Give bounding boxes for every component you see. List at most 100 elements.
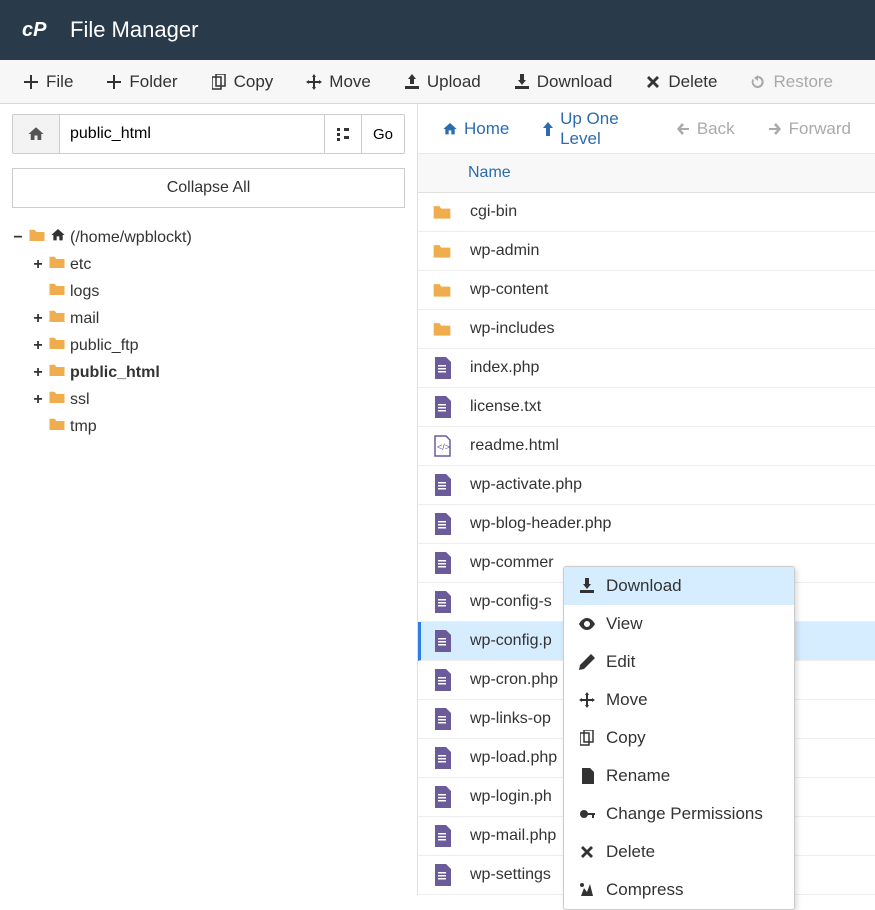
ctx-move[interactable]: Move <box>564 681 794 719</box>
tree-label: etc <box>70 256 91 274</box>
upload-button[interactable]: Upload <box>387 64 497 100</box>
tree-expand-icon[interactable]: + <box>32 337 44 355</box>
file-row[interactable]: wp-blog-header.php <box>418 505 875 544</box>
tree-collapse-icon[interactable]: − <box>12 229 24 247</box>
php-icon <box>432 630 452 652</box>
collapse-all-button[interactable]: Collapse All <box>12 168 405 208</box>
breadcrumb-bar: Home Up One Level Back Forward <box>418 104 875 154</box>
ctx-change-permissions[interactable]: Change Permissions <box>564 795 794 833</box>
ctx-edit[interactable]: Edit <box>564 643 794 681</box>
tree-node-mail[interactable]: +mail <box>32 305 405 332</box>
toolbar: File FolderCopy Move Upload Download Delete Re… <box>0 60 875 104</box>
tree-label: ssl <box>70 391 90 409</box>
tree-expand-icon[interactable]: + <box>32 256 44 274</box>
tree-node-tmp[interactable]: tmp <box>32 413 405 440</box>
ctx-label: Move <box>606 690 648 710</box>
folder-tree: − (/home/wpblockt) +etclogs+mail+public_… <box>0 220 417 444</box>
tree-root[interactable]: − (/home/wpblockt) <box>12 224 405 251</box>
breadcrumb-back[interactable]: Back <box>663 113 747 145</box>
file-name: wp-includes <box>470 320 554 338</box>
arrow-up-icon <box>541 121 554 137</box>
toolbar-label: Download <box>537 72 613 92</box>
ctx-label: Download <box>606 576 682 596</box>
ctx-view[interactable]: View <box>564 605 794 643</box>
toolbar-label: Move <box>329 72 371 92</box>
ctx-label: Rename <box>606 766 670 786</box>
ctx-label: Delete <box>606 842 655 862</box>
file-row[interactable]: wp-includes <box>418 310 875 349</box>
ctx-copy[interactable]: Copy <box>564 719 794 757</box>
file-button[interactable]: File <box>6 64 89 100</box>
folder-icon <box>48 416 66 437</box>
folder-icon <box>48 335 66 356</box>
folder-icon <box>48 254 66 275</box>
toolbar-label: Restore <box>773 72 833 92</box>
copy-icon <box>210 74 228 90</box>
file-row[interactable]: wp-activate.php <box>418 466 875 505</box>
tree-node-ssl[interactable]: + ssl <box>32 386 405 413</box>
file-row[interactable]: license.txt <box>418 388 875 427</box>
move-icon <box>578 692 596 708</box>
delete-icon <box>644 75 662 89</box>
php-icon <box>432 786 452 808</box>
compress-icon <box>578 882 596 898</box>
tree-expand-icon[interactable]: + <box>32 310 44 328</box>
file-row[interactable]: cgi-bin <box>418 193 875 232</box>
delete-icon <box>578 845 596 859</box>
tree-label: public_ftp <box>70 337 139 355</box>
folder-button[interactable]: Folder <box>89 64 193 100</box>
arrow-right-icon <box>767 122 783 136</box>
copy-button[interactable]: Copy <box>194 64 290 100</box>
folder-icon <box>28 227 46 248</box>
file-row[interactable]: index.php <box>418 349 875 388</box>
php-icon <box>432 357 452 379</box>
ctx-delete[interactable]: Delete <box>564 833 794 871</box>
restore-button[interactable]: Restore <box>733 64 849 100</box>
php-icon <box>432 513 452 535</box>
tree-node-logs[interactable]: logs <box>32 278 405 305</box>
file-name: wp-links-op <box>470 710 551 728</box>
app-header: cP File Manager <box>0 0 875 60</box>
file-name: wp-admin <box>470 242 539 260</box>
tree-label: tmp <box>70 418 97 436</box>
download-button[interactable]: Download <box>497 64 629 100</box>
toolbar-label: Upload <box>427 72 481 92</box>
file-name: wp-mail.php <box>470 827 556 845</box>
folder-icon <box>48 281 66 302</box>
ctx-compress[interactable]: Compress <box>564 871 794 909</box>
file-name: license.txt <box>470 398 541 416</box>
toolbar-label: File <box>46 72 73 92</box>
tree-label: logs <box>70 283 99 301</box>
tree-node-etc[interactable]: + etc <box>32 251 405 278</box>
html-icon: </> <box>432 435 452 457</box>
download-icon <box>513 74 531 90</box>
download-icon <box>578 578 596 594</box>
arrow-left-icon <box>675 122 691 136</box>
path-input[interactable] <box>60 114 325 154</box>
php-icon <box>432 864 452 886</box>
file-row[interactable]: wp-admin <box>418 232 875 271</box>
delete-button[interactable]: Delete <box>628 64 733 100</box>
file-name: wp-login.ph <box>470 788 552 806</box>
file-row[interactable]: wp-content <box>418 271 875 310</box>
php-icon <box>432 552 452 574</box>
breadcrumb-up[interactable]: Up One Level <box>529 104 654 155</box>
ctx-label: Copy <box>606 728 646 748</box>
file-name: wp-load.php <box>470 749 557 767</box>
home-button[interactable] <box>12 114 60 154</box>
tree-expand-icon[interactable]: + <box>32 364 44 382</box>
tree-node-public_html[interactable]: +public_html <box>32 359 405 386</box>
path-mode-icon[interactable] <box>325 114 361 154</box>
ctx-rename[interactable]: Rename <box>564 757 794 795</box>
file-row[interactable]: </>readme.html <box>418 427 875 466</box>
breadcrumb-home[interactable]: Home <box>430 113 521 145</box>
tree-expand-icon[interactable]: + <box>32 391 44 409</box>
move-button[interactable]: Move <box>289 64 387 100</box>
ctx-download[interactable]: Download <box>564 567 794 605</box>
ctx-label: Compress <box>606 880 683 900</box>
breadcrumb-forward[interactable]: Forward <box>755 113 863 145</box>
list-header-name[interactable]: Name <box>418 154 875 193</box>
go-button[interactable]: Go <box>361 114 405 154</box>
tree-node-public_ftp[interactable]: + public_ftp <box>32 332 405 359</box>
tree-root-label: (/home/wpblockt) <box>70 229 192 247</box>
